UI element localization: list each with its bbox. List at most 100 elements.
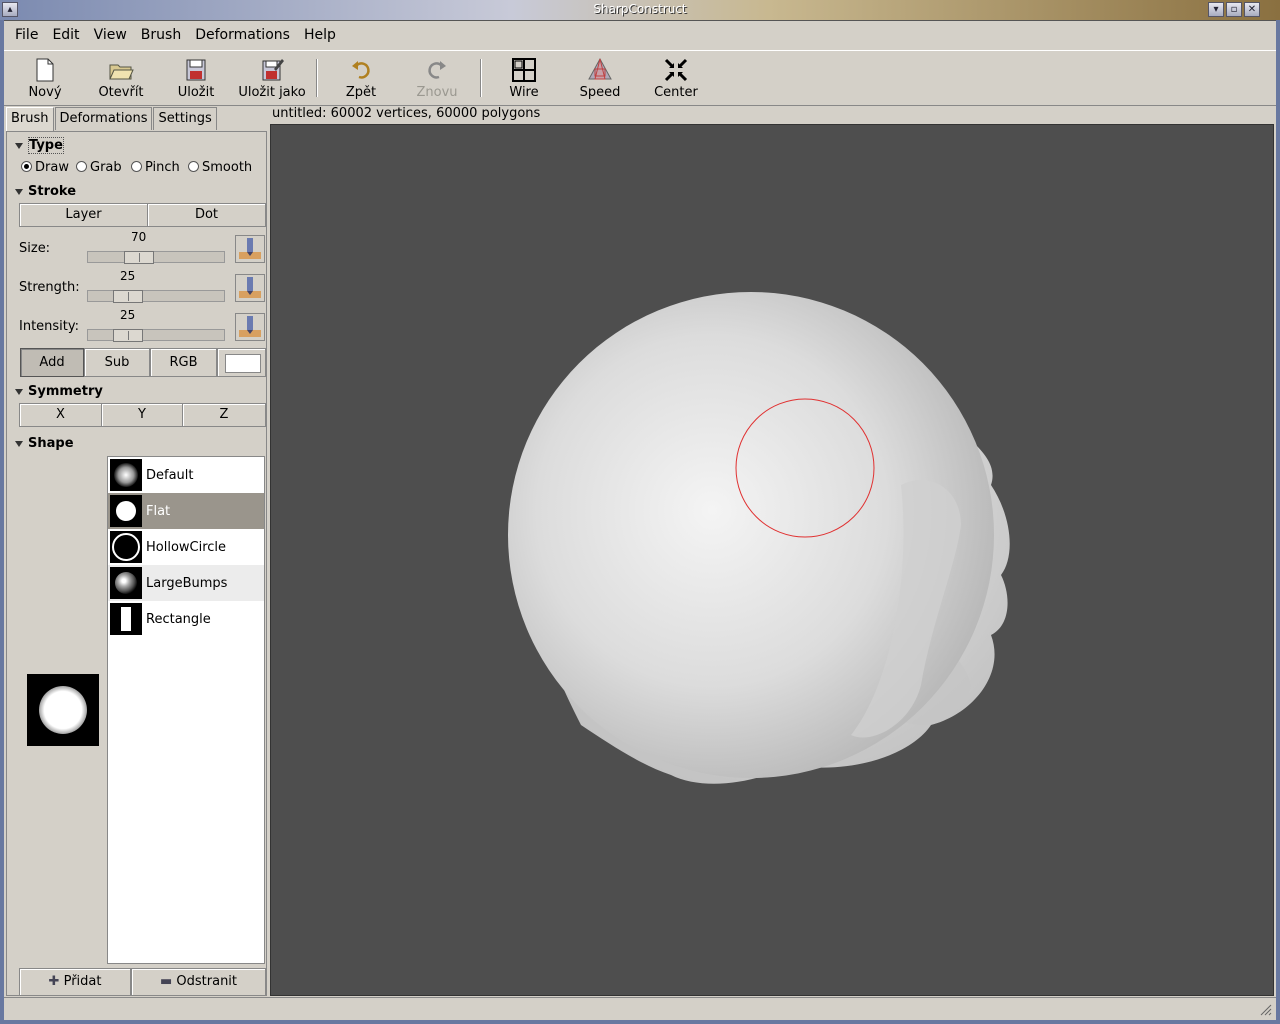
radio-icon <box>76 161 87 172</box>
list-item-label: HollowCircle <box>146 539 227 555</box>
tab-brush[interactable]: Brush <box>6 107 54 132</box>
center-button[interactable]: Center <box>639 53 713 103</box>
radio-icon <box>131 161 142 172</box>
radio-pinch-label: Pinch <box>145 160 180 175</box>
symmetry-y-button[interactable]: Y <box>101 403 183 427</box>
redo-icon <box>400 57 474 83</box>
menu-file[interactable]: File <box>8 27 45 43</box>
save-icon <box>159 57 233 83</box>
menu-view[interactable]: View <box>87 27 134 43</box>
tab-settings[interactable]: Settings <box>153 107 217 130</box>
menu-edit[interactable]: Edit <box>45 27 86 43</box>
type-title: Type <box>28 137 64 154</box>
layer-button[interactable]: Layer <box>19 203 148 227</box>
maximize-icon[interactable]: ▫ <box>1226 2 1242 17</box>
dot-button[interactable]: Dot <box>147 203 266 227</box>
wire-button[interactable]: Wire <box>487 53 561 103</box>
title-bar[interactable]: ▴ SharpConstruct ▾ ▫ ✕ <box>0 0 1280 21</box>
rgb-button[interactable]: RGB <box>150 348 217 377</box>
symmetry-x-button[interactable]: X <box>19 403 102 427</box>
speed-pyramid-icon <box>563 57 637 83</box>
toolbar-separator <box>316 59 318 97</box>
expander-arrow-icon <box>15 188 23 195</box>
save-as-button[interactable]: Uložit jako <box>234 53 310 103</box>
3d-viewport[interactable] <box>270 124 1274 996</box>
radio-draw-label: Draw <box>35 160 69 175</box>
radio-grab[interactable]: Grab <box>76 160 122 175</box>
intensity-slider[interactable] <box>87 329 225 342</box>
radio-pinch[interactable]: Pinch <box>131 160 180 175</box>
new-file-icon <box>8 57 82 83</box>
strength-slider[interactable] <box>87 290 225 303</box>
size-value: 70 <box>131 230 147 244</box>
speed-button[interactable]: Speed <box>563 53 637 103</box>
radio-smooth-label: Smooth <box>202 160 253 175</box>
strength-pressure-button[interactable] <box>235 274 265 302</box>
menu-brush[interactable]: Brush <box>134 27 188 43</box>
size-pressure-button[interactable] <box>235 235 265 263</box>
list-item-label: Flat <box>146 503 171 519</box>
close-icon[interactable]: ✕ <box>1244 2 1260 17</box>
save-as-icon <box>234 57 310 83</box>
sculpt-mesh[interactable] <box>271 125 1274 996</box>
list-item-label: LargeBumps <box>146 575 228 591</box>
list-item-default[interactable]: Default <box>108 457 264 493</box>
list-item-label: Rectangle <box>146 611 211 627</box>
radio-smooth[interactable]: Smooth <box>188 160 252 175</box>
type-section-header[interactable]: Type <box>15 137 64 154</box>
menu-deformations[interactable]: Deformations <box>188 27 297 43</box>
shape-list[interactable]: Default Flat HollowCircle LargeBumps Rec… <box>107 456 265 964</box>
radio-grab-label: Grab <box>90 160 122 175</box>
add-button[interactable]: Add <box>20 348 84 377</box>
strength-value: 25 <box>120 269 136 283</box>
mesh-info: untitled: 60002 vertices, 60000 polygons <box>272 106 541 121</box>
sub-button[interactable]: Sub <box>84 348 150 377</box>
stroke-section-header[interactable]: Stroke <box>15 184 76 199</box>
add-shape-button[interactable]: ✚ Přidat <box>19 968 131 996</box>
minimize-icon[interactable]: ▾ <box>1208 2 1224 17</box>
color-swatch[interactable] <box>225 354 261 373</box>
radio-draw[interactable]: Draw <box>21 160 69 175</box>
list-item-flat[interactable]: Flat <box>108 493 264 529</box>
undo-button[interactable]: Zpět <box>324 53 398 103</box>
menu-bar: File Edit View Brush Deformations Help <box>4 21 1276 49</box>
intensity-slider-thumb[interactable] <box>113 329 143 342</box>
flat-brush-icon <box>110 495 142 527</box>
save-button[interactable]: Uložit <box>159 53 233 103</box>
size-slider[interactable] <box>87 251 225 264</box>
toolbar-separator <box>480 59 482 97</box>
symmetry-section-header[interactable]: Symmetry <box>15 384 103 399</box>
intensity-value: 25 <box>120 308 136 322</box>
resize-grip-icon[interactable] <box>1258 1002 1272 1016</box>
list-item-hollowcircle[interactable]: HollowCircle <box>108 529 264 565</box>
redo-label: Znovu <box>416 85 458 100</box>
symmetry-title: Symmetry <box>28 384 103 399</box>
size-slider-thumb[interactable] <box>124 251 154 264</box>
rectangle-brush-icon <box>110 603 142 635</box>
undo-label: Zpět <box>345 85 377 100</box>
shape-section-header[interactable]: Shape <box>15 436 74 451</box>
symmetry-z-button[interactable]: Z <box>182 403 266 427</box>
intensity-pressure-button[interactable] <box>235 313 265 341</box>
strength-slider-thumb[interactable] <box>113 290 143 303</box>
list-item-rectangle[interactable]: Rectangle <box>108 601 264 637</box>
remove-shape-button[interactable]: ▬ Odstranit <box>131 968 266 996</box>
tab-deformations[interactable]: Deformations <box>54 107 153 130</box>
radio-checked-icon <box>21 161 32 172</box>
strength-label: Strength: <box>19 280 80 295</box>
open-button[interactable]: Otevřít <box>84 53 158 103</box>
menu-help[interactable]: Help <box>297 27 343 43</box>
expander-arrow-icon <box>15 142 23 149</box>
new-button[interactable]: Nový <box>8 53 82 103</box>
open-label: Otevřít <box>98 85 144 100</box>
minus-icon: ▬ <box>159 974 173 989</box>
expander-arrow-icon <box>15 388 23 395</box>
size-label: Size: <box>19 241 51 256</box>
undo-icon <box>324 57 398 83</box>
brush-preview-icon <box>39 686 87 734</box>
brush-panel: Type Draw Grab Pinch Smooth Stroke Layer… <box>6 131 267 996</box>
save-as-label: Uložit jako <box>238 85 306 100</box>
tablet-pen-icon <box>239 277 261 298</box>
redo-button[interactable]: Znovu <box>400 53 474 103</box>
list-item-largebumps[interactable]: LargeBumps <box>108 565 264 601</box>
